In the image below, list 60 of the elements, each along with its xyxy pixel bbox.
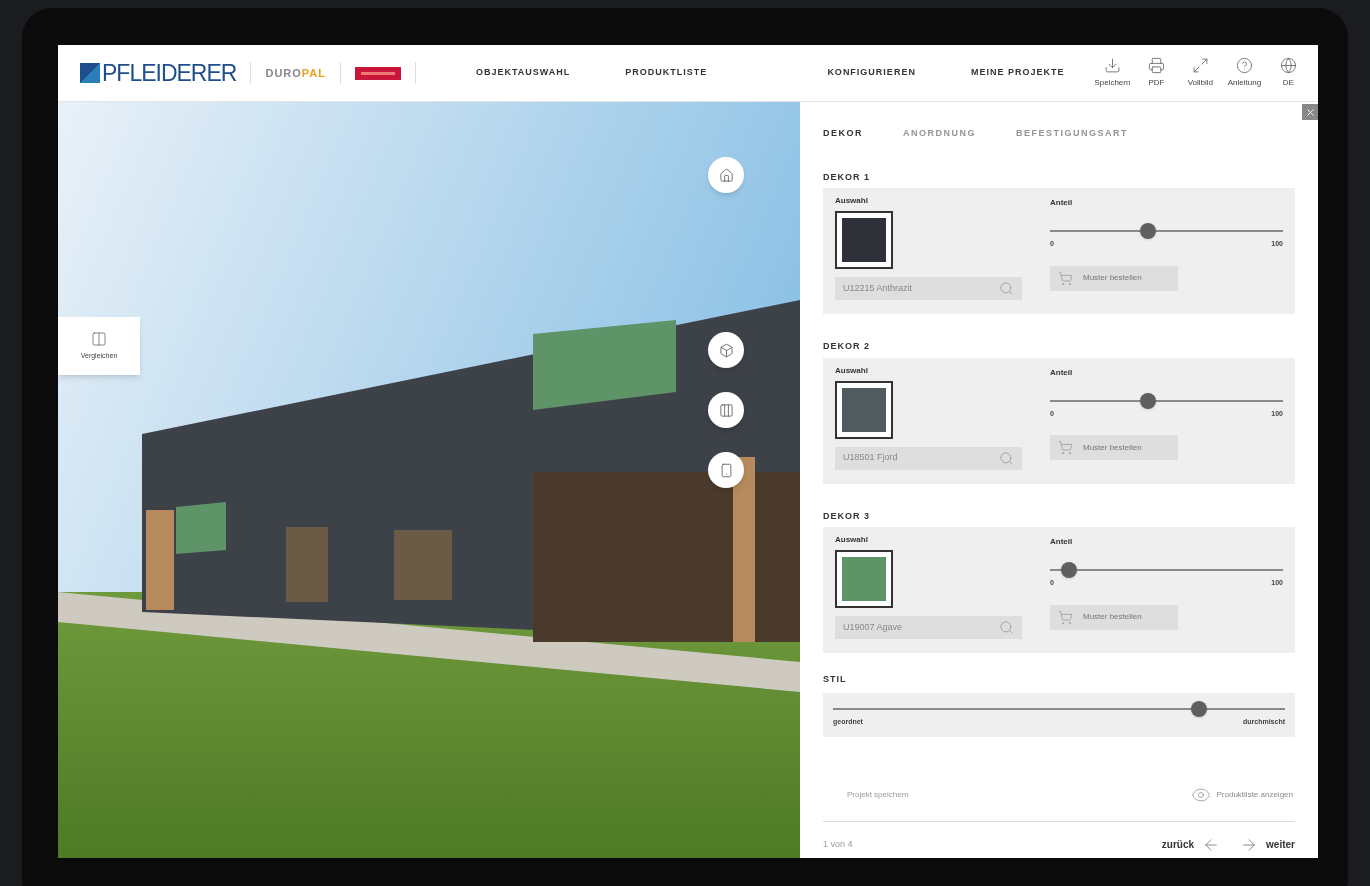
slider-track[interactable] [833,700,1285,717]
color-swatch[interactable] [835,550,893,608]
toolbar-button[interactable]: Anleitung [1224,57,1265,89]
slider-thumb[interactable] [1060,562,1077,578]
product-list-link[interactable]: Produktliste anzeigen [1190,784,1293,805]
printer-icon [1147,57,1165,74]
panel-tab[interactable]: DEKOR [823,127,863,141]
search-icon [999,450,1014,466]
cart-icon [1058,609,1073,625]
cart-icon [1058,440,1073,455]
section-title: STIL [823,673,848,686]
panels-icon [718,402,734,418]
next-button[interactable]: weiter [1240,835,1295,854]
slider-track[interactable] [1050,392,1283,409]
slider-track[interactable] [1050,223,1283,239]
close-button[interactable] [1302,104,1318,120]
close-icon [1304,106,1316,118]
field-label: Auswahl [835,364,869,377]
house-icon [718,167,734,183]
section-title: DEKOR 3 [823,509,871,523]
back-button[interactable]: zurück [1161,835,1221,854]
brand-mark-icon [80,63,100,83]
fullscreen-icon [1191,57,1209,74]
phone-icon [718,462,734,478]
slider-thumb[interactable] [1139,223,1156,239]
cart-icon [1058,270,1073,286]
color-swatch[interactable] [835,211,893,269]
order-sample-button[interactable]: Muster bestellen [1050,435,1178,460]
slider-thumb[interactable] [1191,700,1208,717]
order-sample-button[interactable]: Muster bestellen [1050,265,1178,291]
toolbar-button[interactable]: Speichern [1092,57,1133,89]
slider-track[interactable] [1050,562,1283,578]
brand-badge-logo [355,66,401,80]
compare-icon [91,330,107,347]
section-title: DEKOR 2 [823,340,871,353]
section-title: DEKOR 1 [823,170,871,184]
field-label: Auswahl [835,195,869,207]
brand-logo: PFLEIDERER [102,58,237,88]
nav-link[interactable]: PRODUKTLISTE [625,66,708,80]
field-label: Anteil [1050,366,1074,379]
globe-icon [1279,57,1297,74]
sub-brand-logo: DUROPAL [265,65,326,81]
slider-thumb[interactable] [1139,392,1156,409]
toolbar-button[interactable]: DE [1268,57,1309,89]
toolbar-button[interactable]: Vollbild [1180,57,1221,89]
help-icon [1235,57,1253,74]
toolbar-button[interactable]: PDF [1136,57,1177,89]
download-icon [1103,57,1121,74]
cube-icon [718,342,734,358]
order-sample-button[interactable]: Muster bestellen [1050,604,1178,630]
search-icon [999,620,1014,635]
field-label: Anteil [1050,536,1074,548]
page-counter: 1 von 4 [823,837,853,851]
search-icon [999,281,1014,296]
nav-link[interactable]: OBJEKTAUSWAHL [476,66,571,80]
field-label: Anteil [1050,197,1074,209]
nav-link[interactable]: MEINE PROJEKTE [970,66,1065,80]
color-swatch[interactable] [835,380,893,439]
nav-link[interactable]: KONFIGURIEREN [827,66,916,80]
field-label: Auswahl [835,534,869,546]
